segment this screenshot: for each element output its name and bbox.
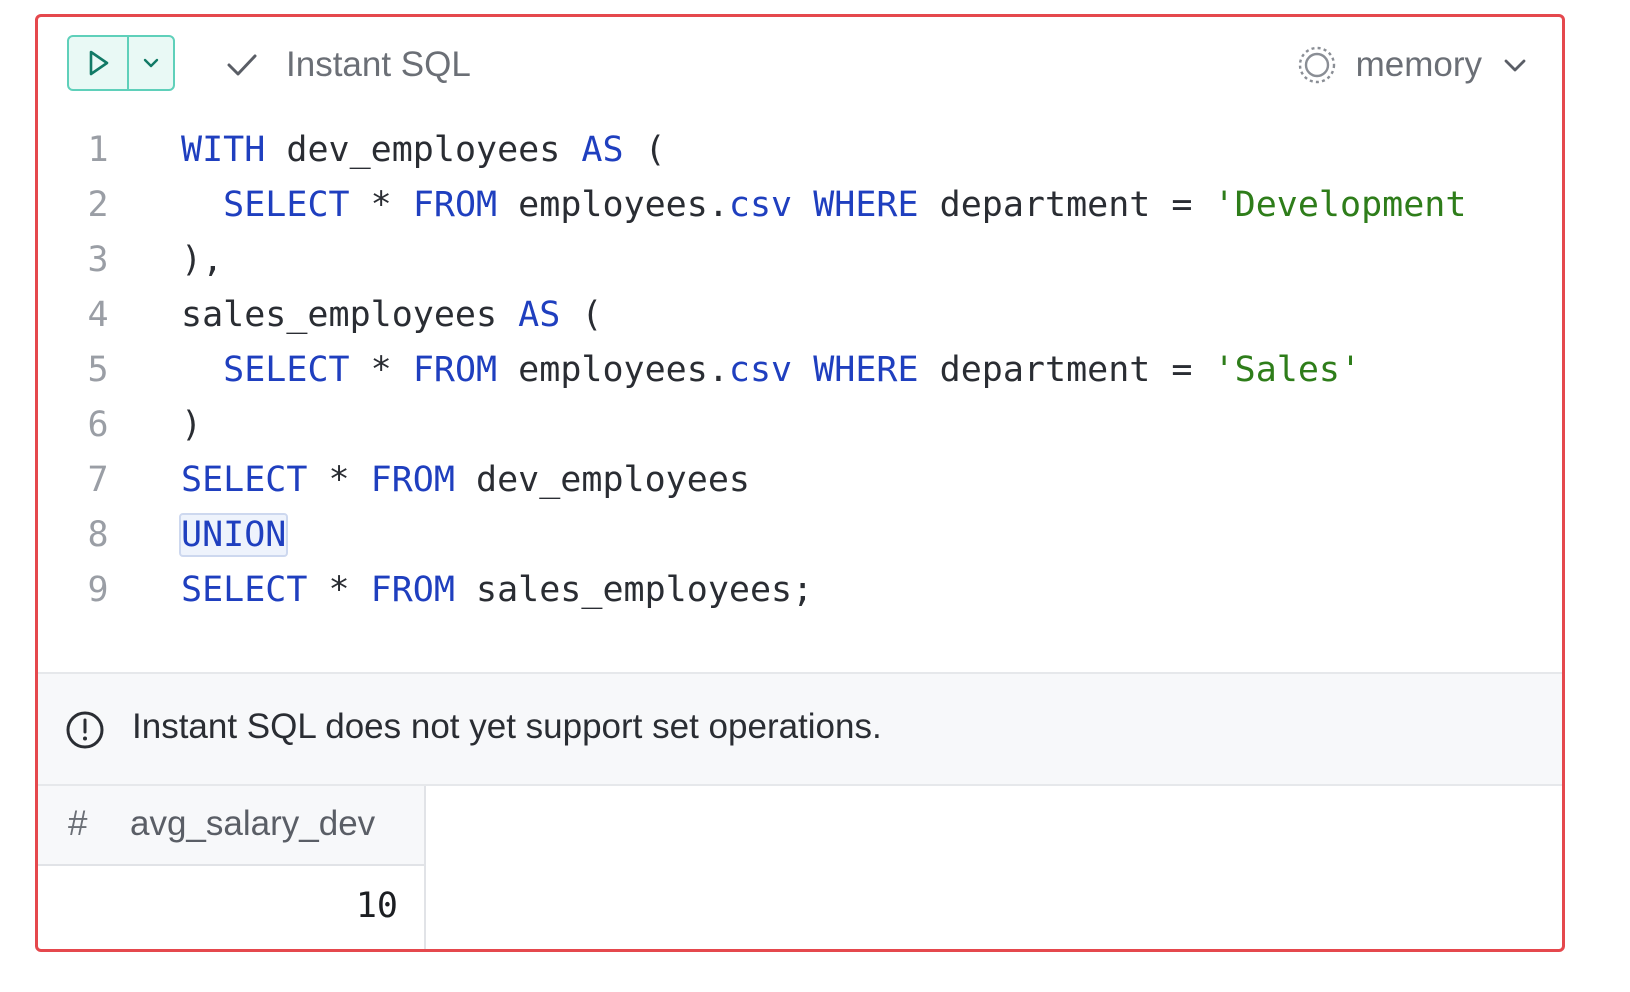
sql-string: 'Sales' bbox=[1213, 350, 1362, 390]
message-text: Instant SQL does not yet support set ope… bbox=[132, 707, 882, 746]
sql-keyword: SELECT bbox=[181, 570, 308, 610]
sql-keyword: WHERE bbox=[813, 350, 919, 390]
sql-token: department = bbox=[918, 350, 1214, 390]
sql-cell: Instant SQL memory 1 WITH dev_employees A… bbox=[35, 14, 1565, 952]
code-text: SELECT * FROM dev_employees bbox=[181, 453, 750, 508]
sql-keyword: FROM bbox=[412, 185, 498, 225]
run-button[interactable] bbox=[69, 37, 129, 89]
line-number: 7 bbox=[87, 460, 109, 500]
instant-sql-toggle[interactable]: Instant SQL bbox=[224, 41, 471, 89]
line-number: 2 bbox=[87, 185, 109, 225]
code-line[interactable]: 5 SELECT * FROM employees.csv WHERE depa… bbox=[38, 343, 1562, 398]
code-text: WITH dev_employees AS ( bbox=[181, 123, 666, 178]
sql-keyword: FROM bbox=[370, 570, 455, 610]
sql-token: ), bbox=[181, 240, 224, 280]
sql-keyword: UNION bbox=[178, 513, 289, 557]
sql-token: * bbox=[349, 185, 413, 225]
sql-keyword: SELECT bbox=[223, 185, 350, 225]
sql-keyword: FROM bbox=[412, 350, 498, 390]
run-options-button[interactable] bbox=[129, 37, 173, 89]
column-header[interactable]: # avg_salary_dev bbox=[38, 786, 426, 866]
code-line[interactable]: 2 SELECT * FROM employees.csv WHERE depa… bbox=[38, 178, 1562, 233]
check-icon bbox=[227, 54, 257, 76]
sql-token: * bbox=[349, 350, 413, 390]
code-text: ) bbox=[181, 398, 202, 453]
sql-token: ( bbox=[560, 295, 603, 335]
database-selector[interactable]: memory bbox=[1296, 41, 1530, 89]
instant-sql-label: Instant SQL bbox=[286, 45, 471, 84]
sql-keyword: SELECT bbox=[223, 350, 350, 390]
line-number: 8 bbox=[87, 515, 109, 555]
code-text: SELECT * FROM sales_employees; bbox=[181, 563, 813, 618]
sql-editor[interactable]: 1 WITH dev_employees AS (2 SELECT * FROM … bbox=[38, 113, 1562, 673]
code-text: SELECT * FROM employees.csv WHERE depart… bbox=[181, 343, 1361, 398]
sql-keyword: AS bbox=[581, 130, 624, 170]
code-line[interactable]: 8 UNION bbox=[38, 508, 1562, 563]
cell-value: 10 bbox=[355, 886, 398, 926]
line-number: 9 bbox=[87, 570, 109, 610]
sql-token: * bbox=[307, 570, 371, 610]
sql-token: sales_employees bbox=[181, 295, 519, 335]
cell-toolbar: Instant SQL memory bbox=[38, 17, 1562, 113]
code-line[interactable]: 1 WITH dev_employees AS ( bbox=[38, 123, 1562, 178]
sql-token: employees. bbox=[497, 350, 729, 390]
sql-token: department = bbox=[918, 185, 1214, 225]
code-line[interactable]: 9 SELECT * FROM sales_employees; bbox=[38, 563, 1562, 618]
code-text: ), bbox=[181, 233, 223, 288]
sql-token: * bbox=[307, 460, 371, 500]
code-text: SELECT * FROM employees.csv WHERE depart… bbox=[181, 178, 1466, 233]
sql-token: ( bbox=[623, 130, 666, 170]
code-text: UNION bbox=[178, 508, 289, 563]
code-line[interactable]: 6) bbox=[38, 398, 1562, 453]
sql-keyword: FROM bbox=[370, 460, 455, 500]
chevron-down-icon bbox=[143, 58, 159, 68]
sql-token: employees. bbox=[497, 185, 729, 225]
sql-keyword: WHERE bbox=[813, 185, 919, 225]
table-cell[interactable]: 10 bbox=[38, 866, 426, 949]
sql-token: dev_employees bbox=[265, 130, 582, 170]
chevron-down-icon bbox=[1504, 59, 1526, 72]
sql-token: sales_employees; bbox=[454, 570, 814, 610]
instant-sql-message: Instant SQL does not yet support set ope… bbox=[38, 672, 1562, 786]
results-table: # avg_salary_dev 10 bbox=[38, 786, 1562, 949]
code-text: sales_employees AS ( bbox=[181, 288, 602, 343]
sql-keyword: csv bbox=[728, 185, 793, 225]
column-name: avg_salary_dev bbox=[130, 804, 376, 843]
sql-keyword: SELECT bbox=[181, 460, 308, 500]
code-line[interactable]: 3), bbox=[38, 233, 1562, 288]
sql-string: 'Development bbox=[1213, 185, 1467, 225]
code-line[interactable]: 7 SELECT * FROM dev_employees bbox=[38, 453, 1562, 508]
numeric-type-icon: # bbox=[68, 804, 88, 843]
run-button-group bbox=[67, 35, 175, 91]
sql-keyword: AS bbox=[518, 295, 561, 335]
sql-keyword: csv bbox=[728, 350, 793, 390]
database-status-icon bbox=[1298, 46, 1335, 84]
line-number: 3 bbox=[87, 240, 109, 280]
line-number: 4 bbox=[87, 295, 109, 335]
play-icon bbox=[89, 50, 109, 76]
sql-token: ) bbox=[181, 405, 203, 445]
sql-token: dev_employees bbox=[454, 460, 750, 500]
line-number: 1 bbox=[87, 130, 109, 170]
database-name: memory bbox=[1355, 45, 1482, 84]
info-circle-icon bbox=[66, 711, 104, 749]
sql-keyword: WITH bbox=[181, 130, 266, 170]
line-number: 6 bbox=[87, 405, 109, 445]
code-line[interactable]: 4 sales_employees AS ( bbox=[38, 288, 1562, 343]
line-number: 5 bbox=[87, 350, 109, 390]
